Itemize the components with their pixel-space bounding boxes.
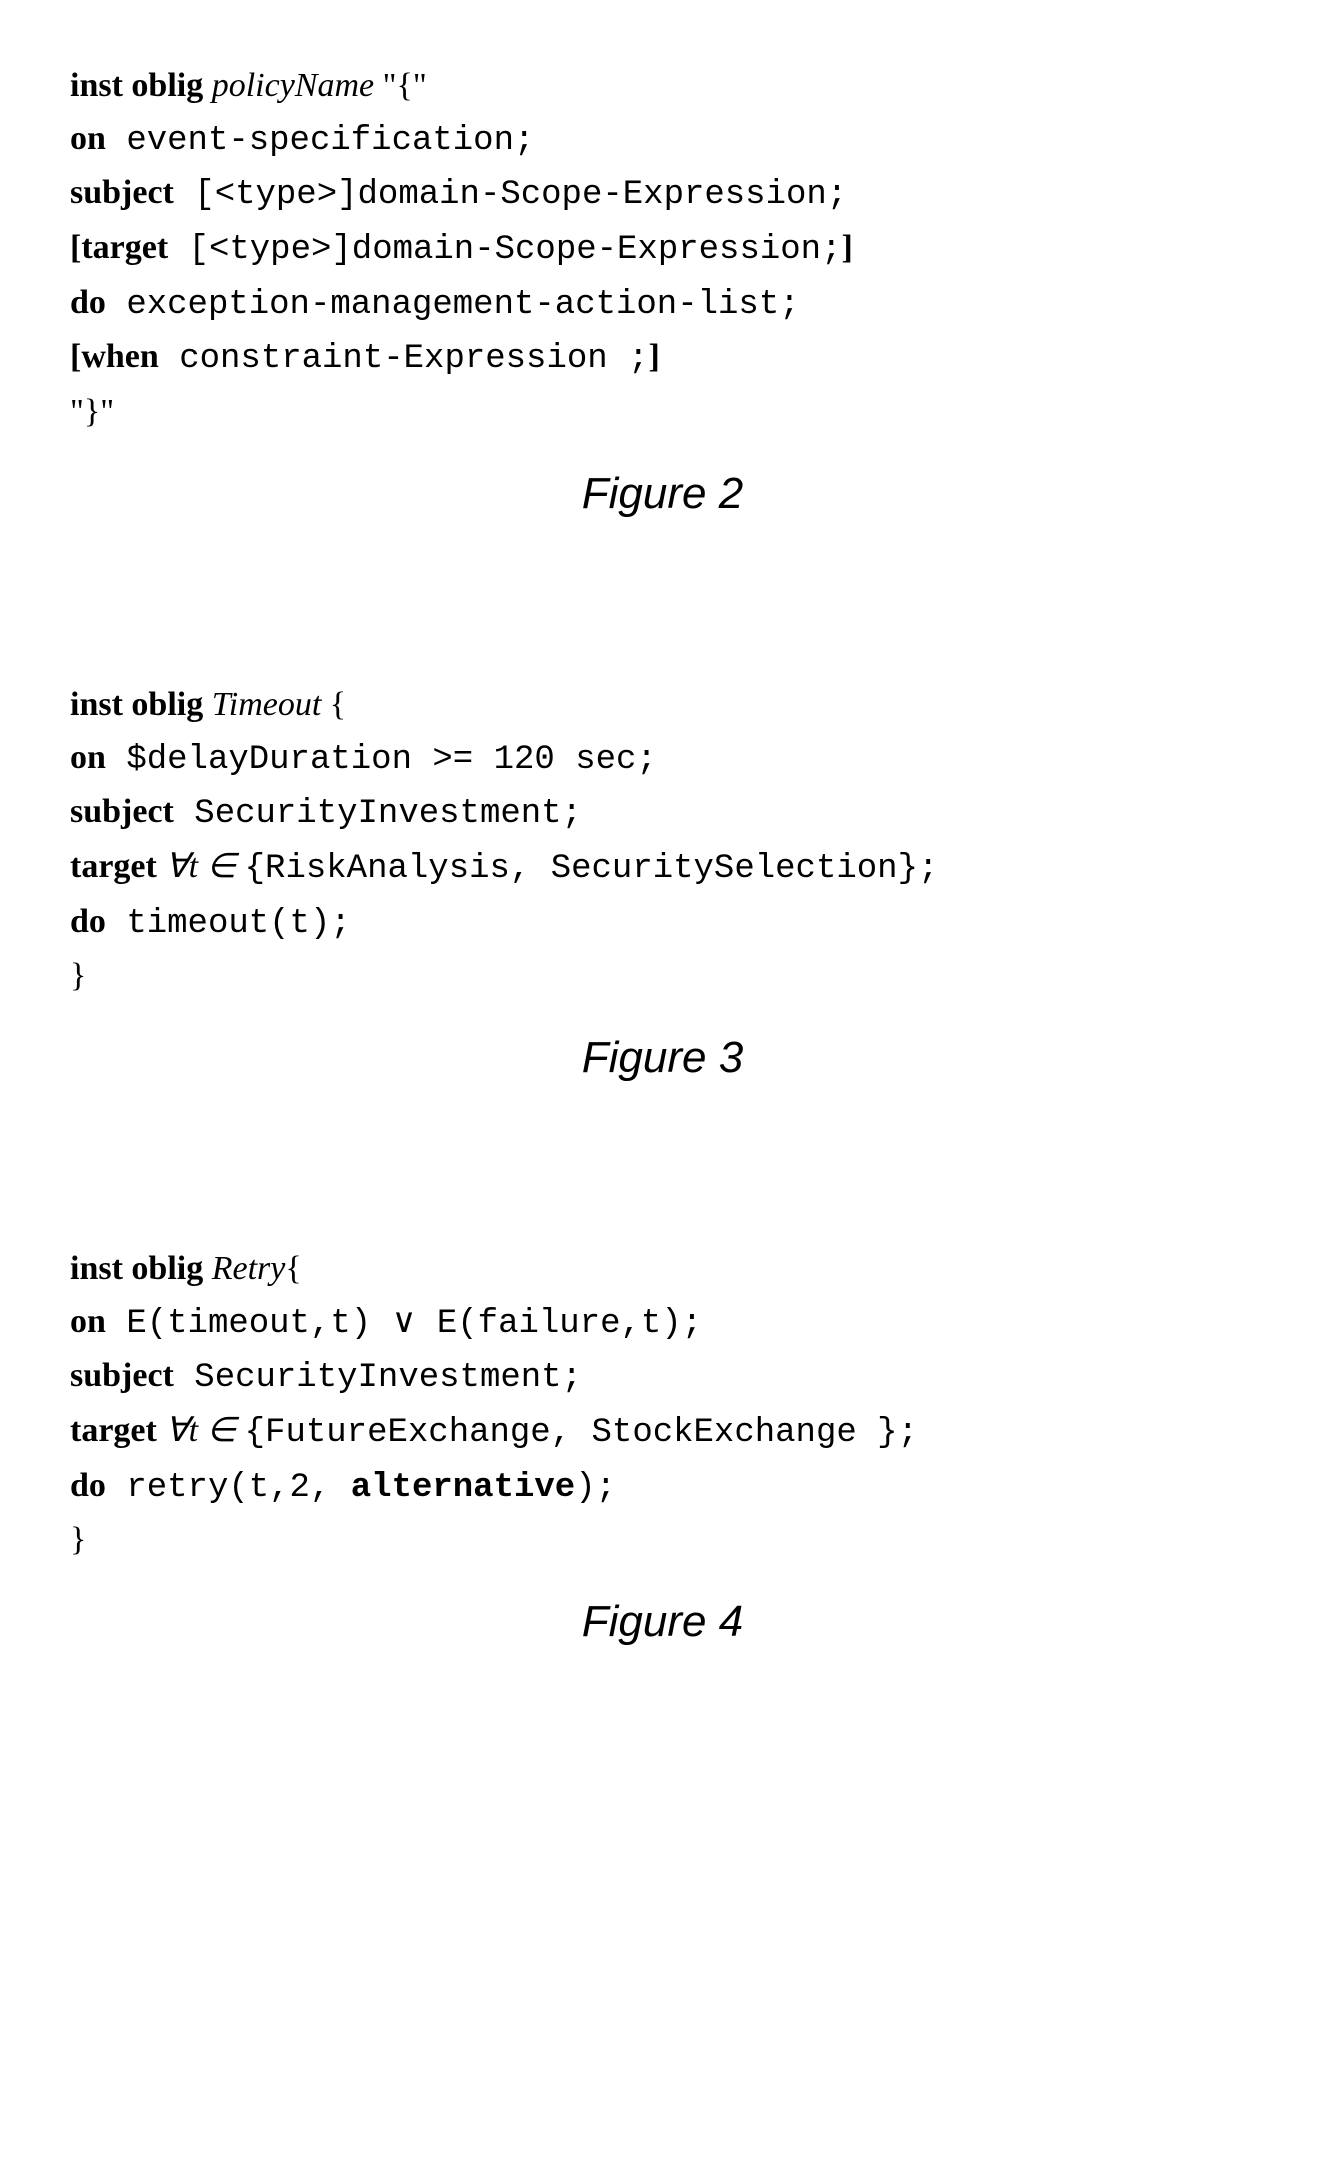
figure-3-caption: Figure 3: [70, 1033, 1255, 1083]
code: exception-management-action-list;: [106, 286, 800, 324]
code: );: [575, 1469, 616, 1507]
figure-2-code: inst oblig policyName "{" on event-speci…: [70, 60, 1255, 439]
figure-3-code: inst oblig Timeout { on $delayDuration >…: [70, 679, 1255, 1003]
code: event-specification;: [106, 122, 534, 160]
keyword: subject: [70, 174, 174, 211]
code: retry(t,2,: [106, 1469, 351, 1507]
code-line: subject SecurityInvestment;: [70, 1350, 1255, 1405]
code-line: target ∀t ∈ {RiskAnalysis, SecuritySelec…: [70, 841, 1255, 896]
keyword: [target: [70, 229, 168, 266]
code-line: subject [<type>]domain-Scope-Expression;: [70, 167, 1255, 222]
or-symbol: ∨: [392, 1303, 417, 1340]
math: ∀t ∈: [157, 848, 245, 885]
keyword: target: [70, 1412, 157, 1449]
bracket: ]: [648, 338, 659, 375]
code-line: inst oblig Timeout {: [70, 679, 1255, 732]
code: E(timeout,t): [106, 1305, 392, 1343]
keyword: on: [70, 739, 106, 776]
code-line: do exception-management-action-list;: [70, 277, 1255, 332]
code-line: on $delayDuration >= 120 sec;: [70, 732, 1255, 787]
code-line: [when constraint-Expression ;]: [70, 331, 1255, 386]
keyword: do: [70, 284, 106, 321]
keyword: subject: [70, 1357, 174, 1394]
code-bold: alternative: [351, 1469, 575, 1507]
code-line: target ∀t ∈ {FutureExchange, StockExchan…: [70, 1405, 1255, 1460]
code-line: inst oblig policyName "{": [70, 60, 1255, 113]
code: constraint-Expression ;: [159, 340, 649, 378]
code-line: do retry(t,2, alternative);: [70, 1460, 1255, 1515]
figure-4-code: inst oblig Retry{ on E(timeout,t) ∨ E(fa…: [70, 1243, 1255, 1567]
code: timeout(t);: [106, 905, 351, 943]
text: "{": [383, 67, 427, 104]
code-line: "}": [70, 386, 1255, 439]
keyword: on: [70, 1303, 106, 1340]
keyword: target: [70, 848, 157, 885]
bracket: ]: [841, 229, 852, 266]
text: {: [330, 686, 346, 723]
code-line: }: [70, 1514, 1255, 1567]
keyword: [when: [70, 338, 159, 375]
keyword: do: [70, 1467, 106, 1504]
code: [<type>]domain-Scope-Expression;: [174, 176, 847, 214]
code-line: [target [<type>]domain-Scope-Expression;…: [70, 222, 1255, 277]
text: }: [70, 1521, 86, 1558]
code: SecurityInvestment;: [174, 1359, 582, 1397]
code: [<type>]domain-Scope-Expression;: [168, 231, 841, 269]
figure-4-caption: Figure 4: [70, 1597, 1255, 1647]
code: {FutureExchange, StockExchange };: [245, 1414, 918, 1452]
keyword: subject: [70, 793, 174, 830]
code: {RiskAnalysis, SecuritySelection};: [245, 850, 939, 888]
text: {: [285, 1250, 301, 1287]
identifier: Retry: [203, 1250, 285, 1287]
code: $delayDuration >= 120 sec;: [106, 741, 657, 779]
math: ∀t ∈: [157, 1412, 245, 1449]
figure-2-caption: Figure 2: [70, 469, 1255, 519]
code-line: do timeout(t);: [70, 896, 1255, 951]
identifier: Timeout: [203, 686, 330, 723]
keyword: do: [70, 903, 106, 940]
code-line: on E(timeout,t) ∨ E(failure,t);: [70, 1296, 1255, 1351]
keyword: inst oblig: [70, 1250, 203, 1287]
code-line: on event-specification;: [70, 113, 1255, 168]
identifier: policyName: [203, 67, 382, 104]
text: "}": [70, 393, 114, 430]
code-line: subject SecurityInvestment;: [70, 786, 1255, 841]
text: }: [70, 957, 86, 994]
keyword: inst oblig: [70, 686, 203, 723]
code-line: inst oblig Retry{: [70, 1243, 1255, 1296]
code: E(failure,t);: [416, 1305, 702, 1343]
code-line: }: [70, 950, 1255, 1003]
keyword: inst oblig: [70, 67, 203, 104]
code: SecurityInvestment;: [174, 795, 582, 833]
keyword: on: [70, 120, 106, 157]
